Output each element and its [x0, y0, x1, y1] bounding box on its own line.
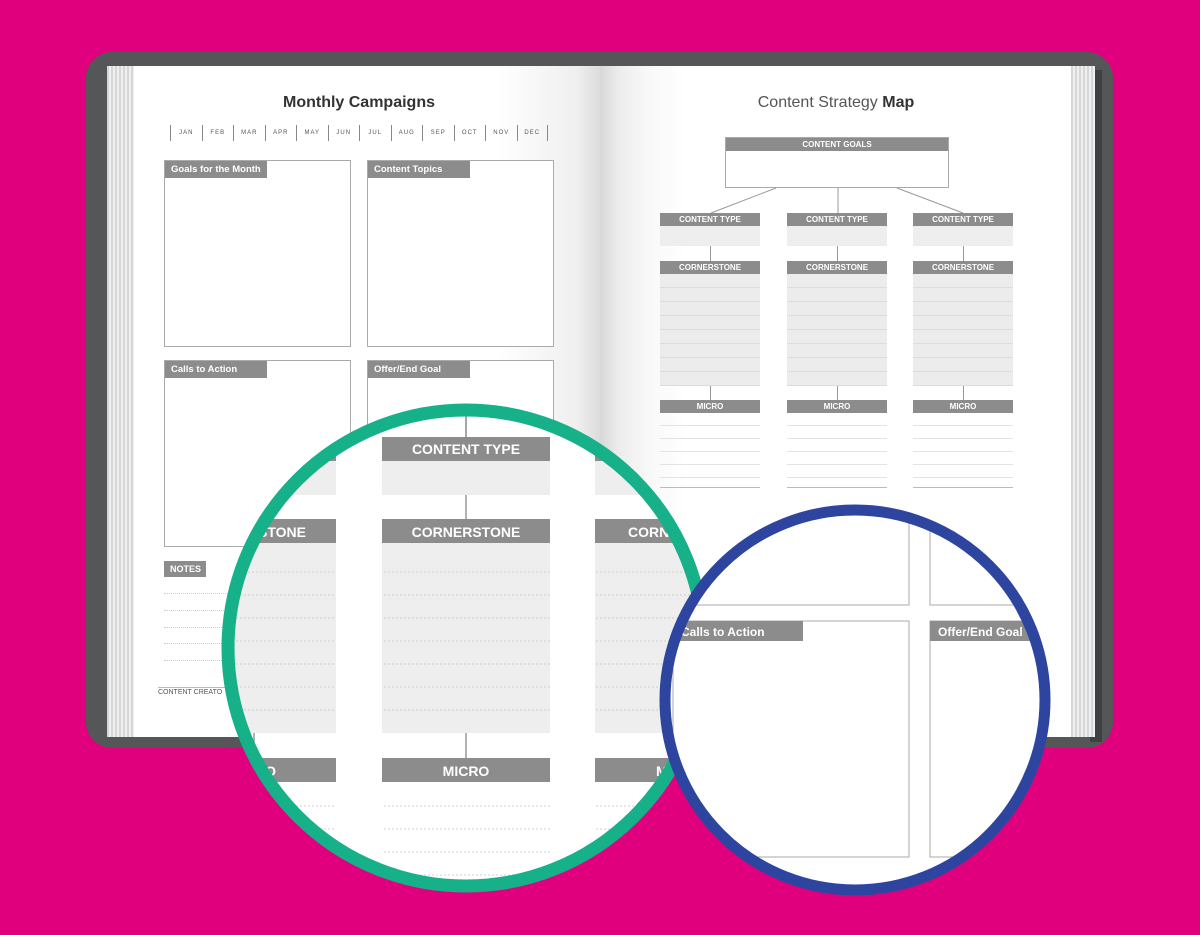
- offer-label-zoomed: Offer/End Goal: [938, 625, 1023, 639]
- cornerstone-label-zoomed: CORNERSTONE: [412, 524, 521, 540]
- cta-label-zoomed: Calls to Action: [681, 625, 765, 639]
- micro-label-zoomed: MICRO: [443, 763, 490, 779]
- content-type-label-zoomed: CONTENT TYPE: [412, 441, 520, 457]
- green-magnifier: RSTONE RO CONTENT TYPE CORNERSTONE MICRO…: [228, 410, 704, 886]
- magnifier-overlays: RSTONE RO CONTENT TYPE CORNERSTONE MICRO…: [221, 403, 1051, 896]
